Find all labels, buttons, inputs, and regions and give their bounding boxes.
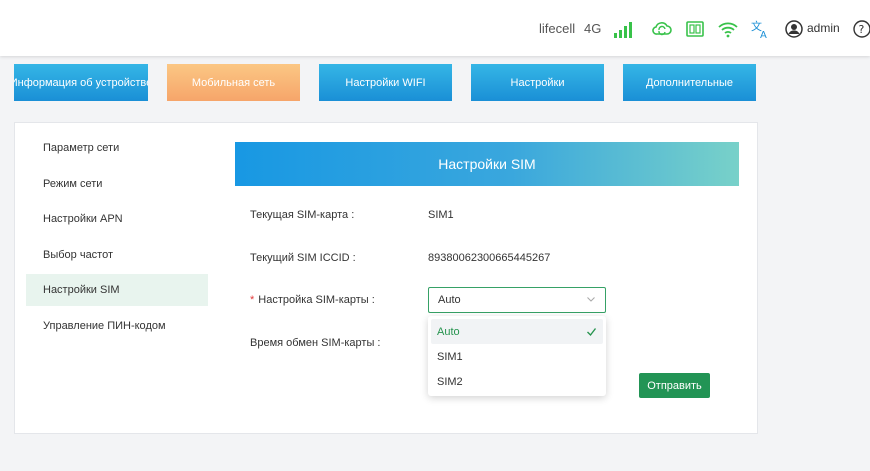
nav-wifi-settings[interactable]: Настройки WIFI [319,64,452,101]
svg-text:?: ? [859,23,865,36]
iccid-value: 89380062300665445267 [428,252,551,264]
language-icon[interactable]: 文 A [749,18,771,40]
dropdown-option-sim1[interactable]: SIM1 [431,344,603,369]
main-nav: Информация об устройстве Мобильная сеть … [0,64,870,101]
required-marker: * [250,294,255,306]
nav-mobile-network[interactable]: Мобильная сеть [167,64,300,101]
sidebar-item-band-select[interactable]: Выбор частот [26,239,208,271]
current-sim-value: SIM1 [428,209,454,221]
sim-setting-select[interactable]: Auto [428,287,606,313]
dropdown-option-label: SIM2 [437,375,463,388]
iccid-label: Текущий SIM ICCID : [250,252,356,264]
sim-setting-label: Настройка SIM-карты : [258,294,375,306]
sidebar-item-pin-management[interactable]: Управление ПИН-кодом [26,310,208,342]
swap-time-label: Время обмен SIM-карты : [250,337,381,349]
nav-advanced[interactable]: Дополнительные [623,64,756,101]
sim-setting-dropdown: Auto SIM1 SIM2 [428,316,606,396]
sidebar-item-network-params[interactable]: Параметр сети [26,132,208,164]
user-icon[interactable] [783,18,805,40]
help-icon[interactable]: ? [851,18,870,40]
admin-label[interactable]: admin [807,0,840,56]
operator-name: lifecell [539,20,576,36]
signal-icon [614,22,632,38]
dropdown-option-sim2[interactable]: SIM2 [431,369,603,394]
submit-button[interactable]: Отправить [639,373,710,398]
nav-settings[interactable]: Настройки [471,64,604,101]
wifi-icon[interactable] [717,18,739,40]
sim-setting-selected-value: Auto [438,294,461,306]
nav-device-info[interactable]: Информация об устройстве [14,64,148,101]
top-header: lifecell 4G 文 A admin ? [0,0,870,56]
sidebar-item-apn[interactable]: Настройки APN [26,203,208,235]
dropdown-option-auto[interactable]: Auto [431,319,603,344]
network-type: 4G [584,20,602,36]
content-panel: Параметр сети Режим сети Настройки APN В… [14,122,758,434]
cloud-sync-icon[interactable] [651,18,673,40]
check-icon [587,328,597,337]
sidebar-item-sim-settings[interactable]: Настройки SIM [26,274,208,306]
dropdown-option-label: SIM1 [437,350,463,363]
section-title: Настройки SIM [235,142,739,186]
svg-text:A: A [760,30,767,40]
current-sim-label: Текущая SIM-карта : [250,209,355,221]
dropdown-option-label: Auto [437,325,460,338]
sidebar-item-network-mode[interactable]: Режим сети [26,168,208,200]
chevron-down-icon [587,297,595,302]
sim-setting-label-wrap: * Настройка SIM-карты : [250,294,375,306]
sim-card-icon[interactable] [684,18,706,40]
